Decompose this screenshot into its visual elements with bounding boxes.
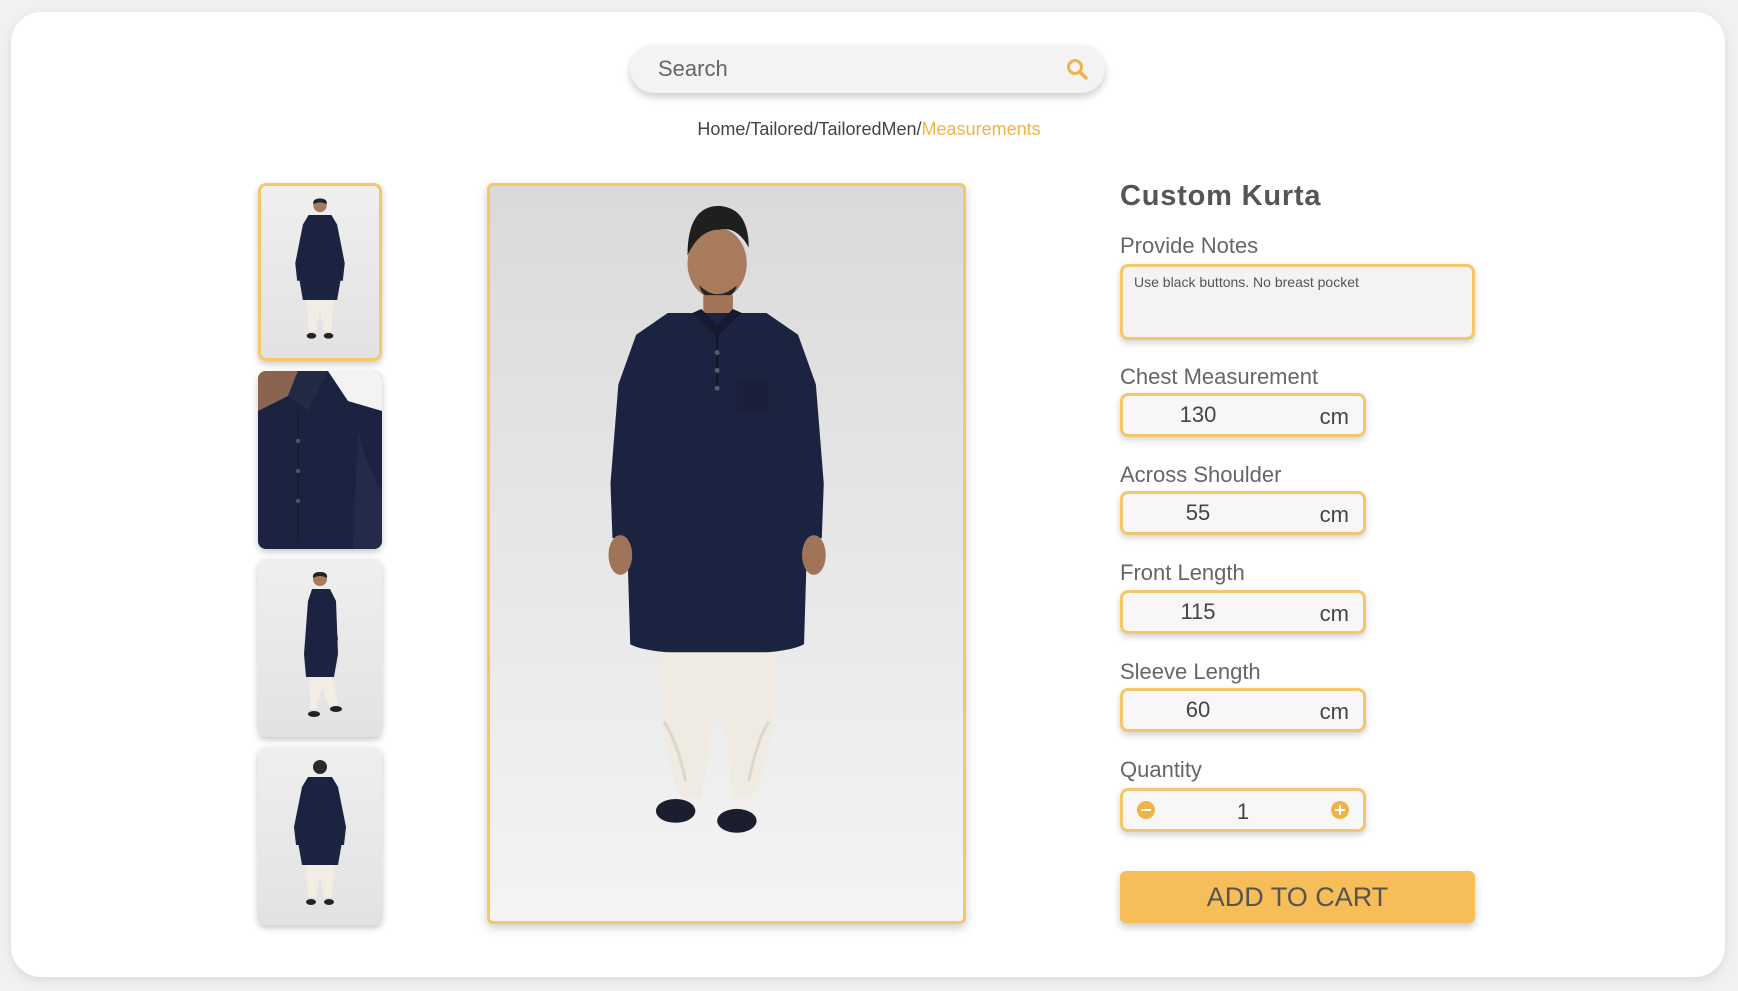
- product-title: Custom Kurta: [1120, 180, 1322, 212]
- chest-measurement-field-wrapper: cm: [1120, 393, 1366, 437]
- across-shoulder-field-wrapper: cm: [1120, 491, 1366, 535]
- model-front-large-image: [608, 205, 826, 833]
- unit-label: cm: [1319, 502, 1349, 527]
- model-side-image: [304, 572, 342, 717]
- breadcrumb: Home/Tailored/TailoredMen/Measurements: [0, 119, 1738, 140]
- front-length-field-wrapper: cm: [1120, 590, 1366, 634]
- notes-field[interactable]: Use black buttons. No breast pocket: [1120, 264, 1475, 340]
- quantity-stepper: 1: [1120, 788, 1366, 832]
- chest-measurement-label: Chest Measurement: [1120, 364, 1319, 389]
- quantity-label: Quantity: [1120, 757, 1202, 782]
- sleeve-length-input[interactable]: [1123, 691, 1273, 729]
- product-main-image[interactable]: [487, 183, 966, 924]
- breadcrumb-item-tailored-men[interactable]: TailoredMen: [818, 119, 916, 139]
- unit-label: cm: [1319, 601, 1349, 626]
- unit-label: cm: [1319, 699, 1349, 724]
- breadcrumb-item-tailored[interactable]: Tailored: [750, 119, 813, 139]
- model-front-image: [295, 198, 345, 339]
- front-length-input[interactable]: [1123, 593, 1273, 631]
- search-input[interactable]: [658, 56, 1038, 82]
- across-shoulder-input[interactable]: [1123, 494, 1273, 532]
- collar-closeup-image: [258, 371, 382, 549]
- unit-label: cm: [1319, 404, 1349, 429]
- thumbnail-collar-closeup[interactable]: [258, 371, 382, 549]
- thumbnail-front-view[interactable]: [258, 183, 382, 361]
- front-length-label: Front Length: [1120, 560, 1245, 585]
- increment-icon[interactable]: [1331, 801, 1349, 819]
- sleeve-length-label: Sleeve Length: [1120, 659, 1261, 684]
- across-shoulder-label: Across Shoulder: [1120, 462, 1282, 487]
- breadcrumb-item-measurements[interactable]: Measurements: [922, 119, 1041, 139]
- chest-measurement-input[interactable]: [1123, 396, 1273, 434]
- sleeve-length-field-wrapper: cm: [1120, 688, 1366, 732]
- thumbnail-back-view[interactable]: [258, 747, 382, 925]
- thumbnail-side-view[interactable]: [258, 559, 382, 737]
- search-icon[interactable]: [1063, 55, 1091, 83]
- quantity-value: 1: [1236, 799, 1250, 824]
- breadcrumb-item-home[interactable]: Home: [697, 119, 745, 139]
- search-bar: [630, 45, 1105, 93]
- model-back-image: [294, 760, 346, 905]
- notes-label: Provide Notes: [1120, 233, 1259, 258]
- add-to-cart-button[interactable]: ADD TO CART: [1120, 871, 1475, 923]
